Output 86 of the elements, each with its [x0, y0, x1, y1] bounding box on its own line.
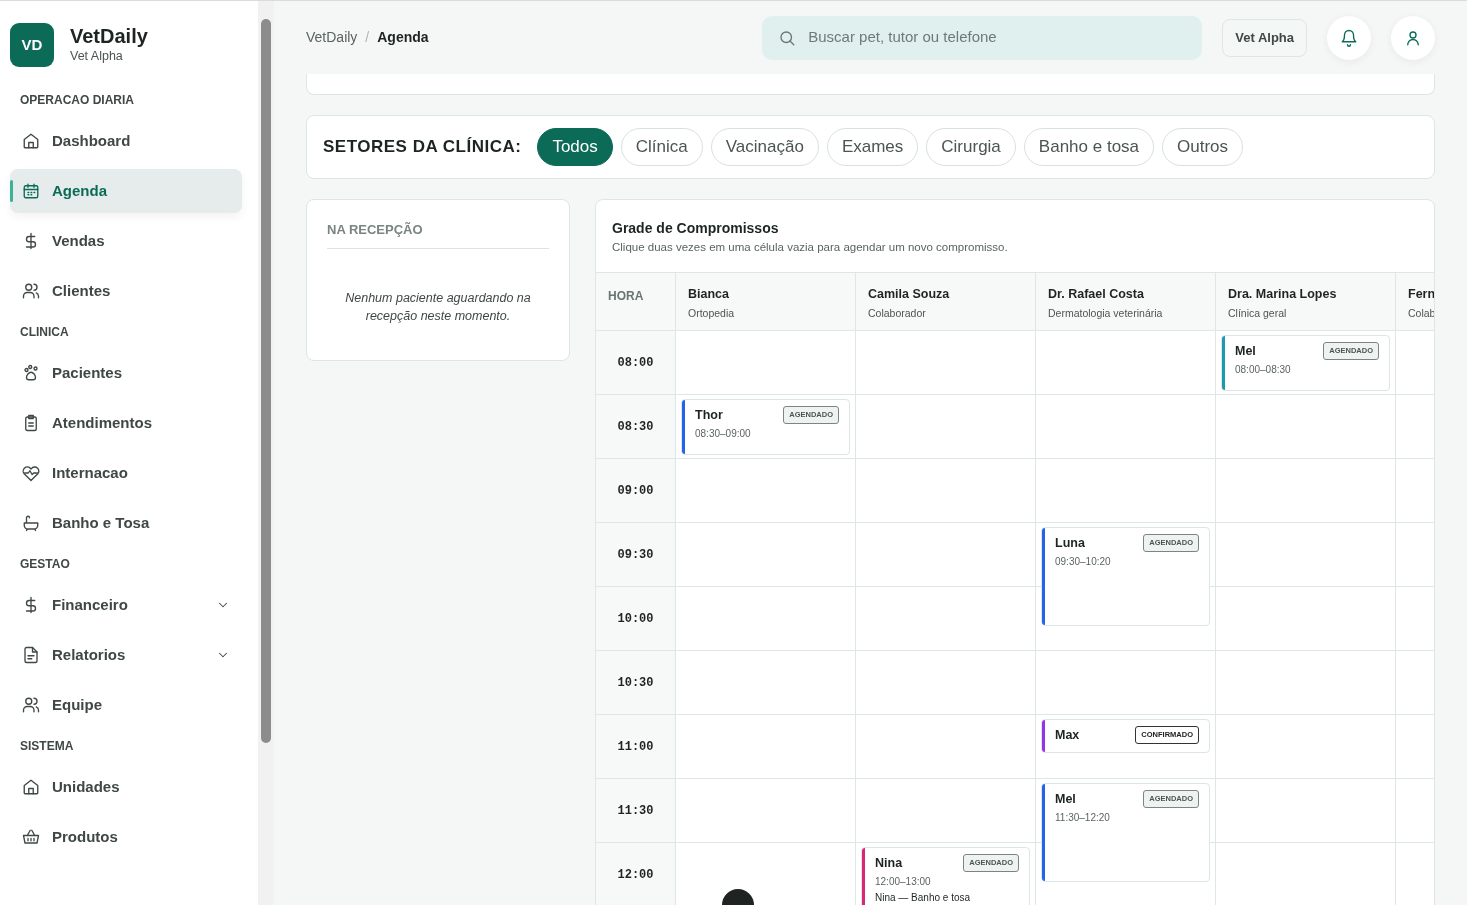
pet-name: Mel — [1235, 343, 1256, 361]
staff-name: Camila Souza — [868, 286, 951, 304]
sidebar-item[interactable]: Financeiro — [10, 583, 242, 627]
time-label: 11:00 — [617, 738, 654, 756]
staff-role: Dermatologia veterinária — [1048, 306, 1164, 321]
filter-chip[interactable]: Vacinação — [710, 128, 819, 166]
breadcrumb-separator: / — [365, 28, 370, 47]
sidebar-item[interactable]: Atendimentos — [10, 401, 242, 445]
filter-chip[interactable]: Exames — [826, 128, 919, 166]
staff-role: Clínica geral — [1228, 306, 1288, 321]
unit-button[interactable]: Vet Alpha — [1222, 18, 1307, 57]
appointment-time: 09:30–10:20 — [1055, 555, 1112, 569]
time-label: 08:00 — [617, 354, 654, 372]
schedule-title: Grade de Compromissos — [612, 219, 780, 238]
logo: VD — [10, 23, 54, 67]
home-icon — [22, 132, 40, 150]
bathtub-icon — [22, 514, 40, 532]
sidebar-item[interactable]: Produtos — [10, 815, 242, 859]
sidebar-item[interactable]: Unidades — [10, 765, 242, 809]
time-label: 10:30 — [617, 674, 654, 692]
reception-title: NA RECEPÇÃO — [327, 220, 549, 249]
time-label: 12:00 — [617, 866, 654, 884]
sidebar-item[interactable]: Banho e Tosa — [10, 501, 242, 545]
filter-chip[interactable]: Cirurgia — [926, 128, 1016, 166]
sidebar-item[interactable]: Dashboard — [10, 119, 242, 163]
appointment-time: 11:30–12:20 — [1055, 811, 1111, 825]
clipboard-icon — [22, 414, 40, 432]
sidebar-item[interactable]: Vendas — [10, 219, 242, 263]
staff-role: Colaborador — [868, 306, 927, 321]
home-icon — [22, 778, 40, 796]
time-label: 09:30 — [617, 546, 654, 564]
sectors-title: SETORES DA CLÍNICA: — [323, 136, 522, 159]
pet-name: Nina — [875, 855, 903, 873]
filter-chip[interactable]: Banho e tosa — [1023, 128, 1155, 166]
sidebar-item[interactable]: Equipe — [10, 683, 242, 727]
brand-name: VetDaily — [70, 24, 148, 47]
search-field[interactable]: Buscar pet, tutor ou telefone — [762, 15, 1203, 60]
sidebar-item[interactable]: Agenda — [10, 169, 242, 213]
sidebar-item[interactable]: Internacao — [10, 451, 242, 495]
users-icon — [22, 696, 40, 714]
document-icon — [22, 646, 40, 664]
time-label: 11:30 — [617, 802, 654, 820]
pet-name: Thor — [695, 407, 723, 425]
sidebar-section-title: OPERACAO DIARIA — [20, 92, 135, 109]
heart-pulse-icon — [22, 464, 40, 482]
paw-icon — [22, 364, 40, 382]
scrollbar-thumb[interactable] — [261, 19, 271, 743]
breadcrumb-link[interactable]: VetDaily — [306, 27, 358, 48]
appointment-time: 08:30–09:00 — [695, 427, 752, 441]
user-icon — [1404, 28, 1422, 47]
bell-icon — [1340, 28, 1358, 47]
search-input[interactable]: Buscar pet, tutor ou telefone — [806, 25, 1187, 50]
appointment-note: Nina — Banho e tosa — [875, 891, 972, 905]
pet-name: Luna — [1055, 535, 1085, 553]
unit-name: Vet Alpha — [70, 47, 124, 65]
sidebar-section-title: CLINICA — [20, 324, 70, 341]
staff-name: Fern — [1408, 286, 1434, 304]
sidebar-item[interactable]: Relatorios — [10, 633, 242, 677]
time-label: 08:30 — [617, 418, 654, 436]
breadcrumb-current: Agenda — [377, 28, 429, 47]
basket-icon — [22, 828, 40, 846]
column-header: HORA — [608, 289, 644, 304]
staff-name: Dr. Rafael Costa — [1048, 286, 1145, 304]
appointment-time: 12:00–13:00 — [875, 875, 932, 889]
sidebar-item[interactable]: Pacientes — [10, 351, 242, 395]
time-label: 09:00 — [617, 482, 654, 500]
sidebar-section-title: GESTAO — [20, 556, 71, 573]
empty-message: Nenhum paciente aguardando na recepção neste momento. — [344, 289, 532, 326]
time-label: 10:00 — [617, 610, 654, 628]
profile-button[interactable] — [1391, 15, 1435, 60]
staff-name: Dra. Marina Lopes — [1228, 286, 1338, 304]
pet-name: Mel — [1055, 791, 1076, 809]
search-icon — [778, 28, 797, 47]
sidebar-item[interactable]: Clientes — [10, 269, 242, 313]
filter-chip[interactable]: Clínica — [620, 128, 703, 166]
appointment-time: 08:00–08:30 — [1235, 363, 1292, 377]
notifications-button[interactable] — [1327, 15, 1371, 60]
staff-name: Bianca — [688, 286, 730, 304]
schedule-subtitle: Clique duas vezes em uma célula vazia para agendar um novo compromisso. — [612, 240, 1009, 255]
filter-chip[interactable]: Todos — [537, 128, 613, 166]
pet-name: Max — [1055, 727, 1080, 745]
users-icon — [22, 282, 40, 300]
sidebar-section-title: SISTEMA — [20, 738, 75, 755]
filter-chip[interactable]: Outros — [1162, 128, 1244, 166]
staff-role: Ortopedia — [688, 306, 736, 321]
calendar-icon — [22, 182, 40, 200]
